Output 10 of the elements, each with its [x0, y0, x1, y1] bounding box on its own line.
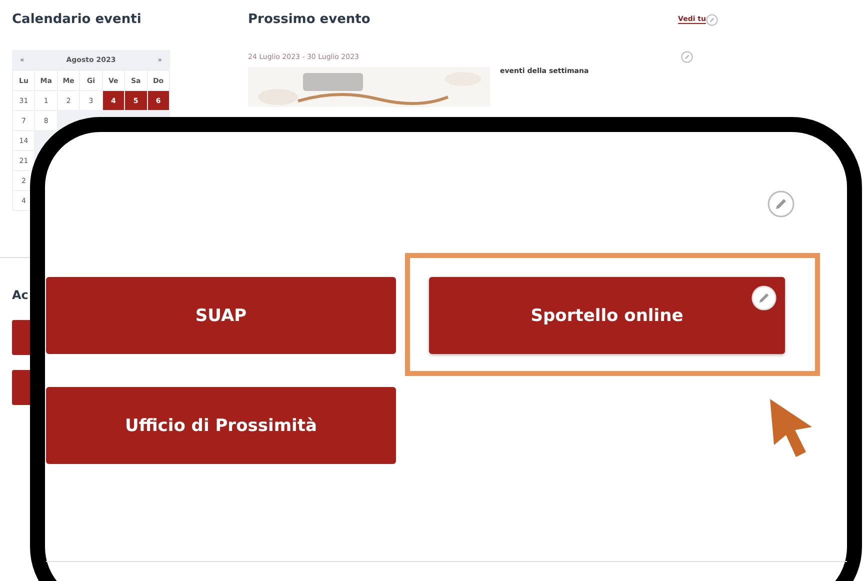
service-button[interactable]: Sportello online [429, 277, 785, 354]
section-title: Ac [12, 288, 30, 302]
edit-icon[interactable] [751, 285, 777, 311]
cursor-arrow-icon [768, 397, 814, 459]
access-button[interactable] [12, 320, 30, 355]
access-button[interactable] [12, 370, 30, 405]
service-button[interactable]: Ufficio di Prossimità [46, 387, 396, 464]
service-button[interactable]: SUAP [46, 277, 396, 354]
section-title: Prossimo evento [248, 12, 370, 27]
section-title: Calendario eventi [12, 12, 142, 27]
